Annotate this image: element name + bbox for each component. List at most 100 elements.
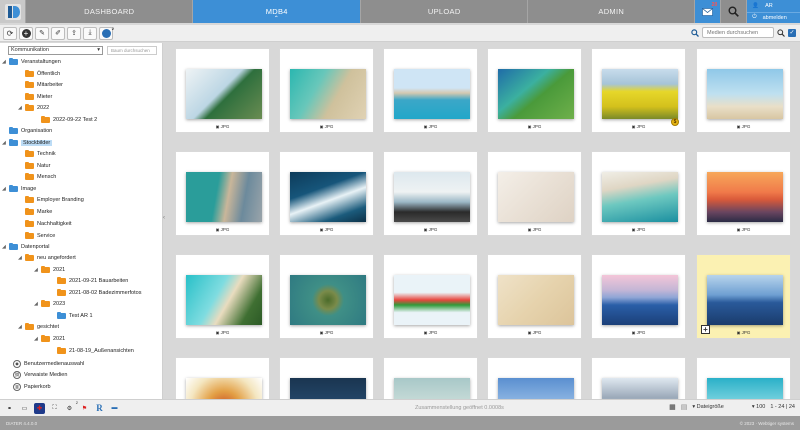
media-card[interactable] [383,357,478,399]
media-card[interactable]: JPG [279,151,374,236]
media-thumbnail[interactable] [186,378,262,399]
add-button[interactable]: + [19,26,33,40]
media-card[interactable]: JPG [696,151,791,236]
search-button[interactable] [720,0,746,23]
edit-button[interactable]: ✎ [35,26,49,40]
tree-item[interactable]: ◢ Veranstaltungen [2,57,61,65]
media-thumbnail[interactable] [394,275,470,325]
media-card[interactable]: JPG [175,254,270,339]
media-card[interactable]: JPG [487,48,582,133]
search-icon[interactable] [691,28,699,37]
tree-item[interactable]: ◢ neu angefordert [18,253,76,261]
media-search-input[interactable] [702,27,774,38]
tree-item[interactable]: ◢ gesichtet [18,322,59,330]
expand-toggle-icon[interactable]: ◢ [18,255,25,261]
tree-item[interactable]: Mensch [25,172,56,180]
tree-item[interactable]: ◢ 2021 [34,265,65,273]
expand-toggle-icon[interactable]: ◢ [2,140,9,146]
edit-copy-button[interactable]: ✐ [51,26,65,40]
media-card[interactable]: JPG+ [696,254,791,339]
tree-item[interactable]: ◢ Stockbilder [2,138,53,146]
media-card[interactable]: JPG [696,48,791,133]
media-thumbnail[interactable] [290,378,366,399]
link-icon[interactable]: ⚭ [4,403,15,414]
tree-item[interactable]: Service [25,231,55,239]
tree-item[interactable]: 21-08-19_Außenansichten [57,346,134,354]
tree-item[interactable]: ◢ 2022 [18,103,49,111]
media-card[interactable]: JPG [591,254,686,339]
expand-toggle-icon[interactable]: ◢ [18,324,25,330]
category-select[interactable]: Kommunikation ▾ [8,45,103,55]
media-thumbnail[interactable] [498,378,574,399]
media-card[interactable]: JPG [591,151,686,236]
tree-item[interactable]: ◢ Image [2,184,36,192]
display-icon[interactable]: ▬ [109,403,120,414]
sidebar-collapse-handle[interactable]: ‹ [163,215,165,221]
media-card[interactable]: JPG [383,48,478,133]
logout-button[interactable]: ⏻ abmelden [747,11,800,24]
tab-upload[interactable]: UPLOAD [360,0,527,23]
tree-item[interactable]: Nachhaltigkeit [25,219,72,227]
tree-item[interactable]: 2021-08-02 Badezimmerfotos [57,288,141,296]
media-card[interactable] [175,357,270,399]
expand-toggle-icon[interactable]: ◢ [2,244,9,250]
media-thumbnail[interactable] [186,69,262,119]
language-icon[interactable]: ⚙ 2 [64,400,78,414]
media-thumbnail[interactable] [394,378,470,399]
media-card[interactable]: JPG [487,151,582,236]
media-card[interactable]: JPG [279,254,374,339]
search-submit-icon[interactable] [777,28,785,37]
media-thumbnail[interactable] [290,172,366,222]
expand-toggle-icon[interactable]: ◢ [2,186,9,192]
tree-item[interactable]: Marke [25,207,52,215]
tree-item[interactable]: ◉ Benutzermedienauswahl [13,360,84,368]
expand-toggle-icon[interactable]: ◢ [34,267,41,273]
tree-item[interactable]: Organisation [9,126,52,134]
select-all-checkbox[interactable]: ✓ [788,28,796,37]
tree-item[interactable]: Mitarbeiter [25,80,63,88]
tree-item[interactable]: ◢ 2023 [34,299,65,307]
sort-select[interactable]: ▾ Dateigröße [692,404,724,410]
expand-toggle-icon[interactable]: ◢ [34,301,41,307]
tree-item[interactable]: 2021-09-21 Bauarbeiten [57,276,128,284]
tree-item[interactable]: ◢ 2021 [34,334,65,342]
tree-item[interactable]: ⛓ Verwaiste Medien [13,371,67,379]
refresh-button[interactable]: ⟳ [3,26,17,40]
tree-item[interactable]: ◢ Datenportal [2,242,49,250]
grid-view-icon[interactable]: ▦ [669,403,676,411]
tree-item[interactable]: 2022-09-22 Test 2 [41,115,97,123]
tree-item[interactable]: ▥ Papierkorb [13,383,51,391]
media-card[interactable] [696,357,791,399]
media-card[interactable]: JPG [487,254,582,339]
media-card[interactable]: JPG [175,48,270,133]
expand-toggle-icon[interactable]: ◢ [34,336,41,342]
tree-item[interactable]: Öffentlich [25,69,60,77]
tree-search-input[interactable]: Baum durchsuchen [107,45,157,55]
media-thumbnail[interactable] [498,172,574,222]
tree-item[interactable]: Employer Branding [25,195,84,203]
media-thumbnail[interactable] [707,172,783,222]
media-thumbnail[interactable] [602,275,678,325]
media-thumbnail[interactable] [290,275,366,325]
media-card[interactable] [279,357,374,399]
media-thumbnail[interactable] [498,275,574,325]
media-card[interactable]: JPG [279,48,374,133]
user-profile-button[interactable]: 👤 AR [747,0,800,12]
upload-button[interactable]: ⇪ [67,26,81,40]
media-card[interactable] [591,357,686,399]
media-card[interactable]: JPG$ [591,48,686,133]
tree-item[interactable]: Mieter [25,92,52,100]
monitor-icon[interactable]: ▭ [19,403,30,414]
expand-toggle-icon[interactable]: ◢ [2,59,9,65]
r-logo-icon[interactable]: R [94,403,105,414]
media-card[interactable]: JPG [175,151,270,236]
media-thumbnail[interactable] [186,275,262,325]
media-card[interactable] [487,357,582,399]
tree-item[interactable]: Technik [25,149,56,157]
media-thumbnail[interactable] [707,275,783,325]
mail-button[interactable]: 20 [694,0,721,23]
flag-icon[interactable]: ⚑ [79,403,90,414]
media-thumbnail[interactable] [186,172,262,222]
tab-admin[interactable]: ADMIN [527,0,694,23]
fullscreen-icon[interactable]: ⛶ [49,403,60,414]
